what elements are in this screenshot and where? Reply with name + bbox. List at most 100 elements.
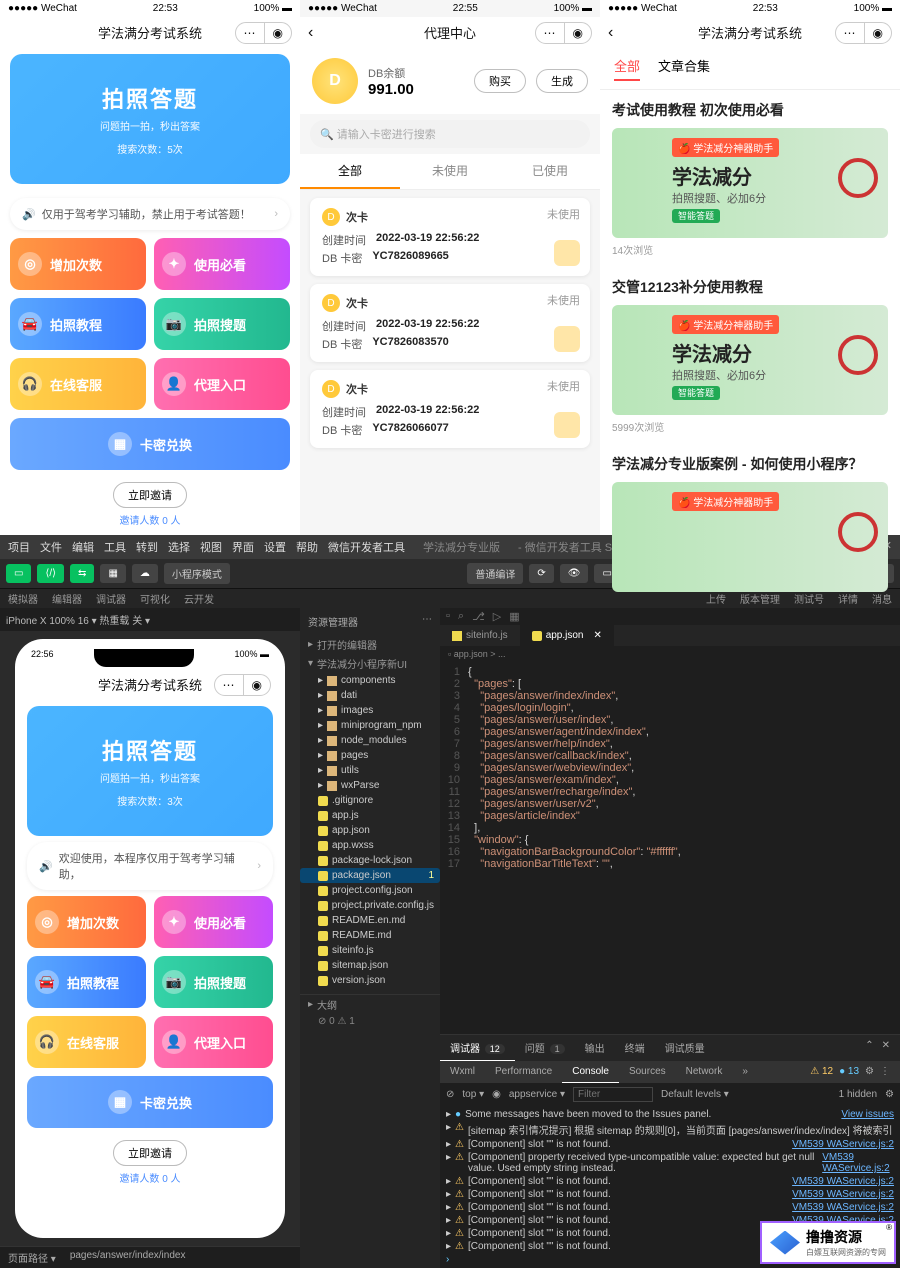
tab-quality[interactable]: 调试质量 [655,1035,715,1061]
card-item[interactable]: D次卡未使用 创建时间2022-03-19 22:56:22 DB 卡密YC78… [310,370,590,448]
sim-btn-tutorial[interactable]: 🚘拍照教程 [27,956,146,1008]
console-row[interactable]: ▸ ⚠ [Component] slot "" is not found.VM5… [446,1201,894,1214]
file-item[interactable]: app.wxss [300,838,440,853]
file-item[interactable]: project.private.config.js [300,898,440,913]
btn-add-count[interactable]: ◎增加次数 [10,238,146,290]
sim-btn-add[interactable]: ◎增加次数 [27,896,146,948]
buy-button[interactable]: 购买 [474,69,526,93]
menu-item[interactable]: 编辑 [72,539,94,555]
invite-button[interactable]: 立即邀请 [113,482,187,508]
generate-button[interactable]: 生成 [536,69,588,93]
tab-console[interactable]: Console [562,1061,619,1083]
gear-icon[interactable]: ⚙ [885,1089,894,1100]
debug-icon[interactable]: ▷ [493,610,501,623]
menu-item[interactable]: 视图 [200,539,222,555]
card-item[interactable]: D次卡未使用 创建时间2022-03-19 22:56:22 DB 卡密YC78… [310,198,590,276]
tab-all[interactable]: 全部 [614,56,640,81]
source-link[interactable]: View issues [841,1109,894,1120]
file-item[interactable]: version.json [300,973,440,988]
eye-icon[interactable]: ◉ [492,1089,501,1100]
file-item[interactable]: package.json 1 [300,868,440,883]
btn-agent[interactable]: 👤代理入口 [154,358,290,410]
simulator-controls[interactable]: iPhone X 100% 16 ▾ 热重载 关 ▾ [0,608,300,631]
section-outline[interactable]: ▸ 大纲 [300,994,440,1014]
card-item[interactable]: D次卡未使用 创建时间2022-03-19 22:56:22 DB 卡密YC78… [310,284,590,362]
console-row[interactable]: ▸ ⚠ [Component] slot "" is not found.VM5… [446,1138,894,1151]
console-row[interactable]: ▸ ⚠ [Component] property received type-u… [446,1151,894,1175]
file-item[interactable]: ▸ wxParse [300,778,440,793]
capsule[interactable]: ⋯◉ [835,22,892,44]
more-icon[interactable]: ⋮ [880,1066,890,1078]
simulator-toggle[interactable]: ▭ [6,564,31,583]
tab-wxml[interactable]: Wxml [440,1061,485,1083]
appservice-select[interactable]: appservice ▾ [509,1089,565,1100]
file-item[interactable]: README.md [300,928,440,943]
sim-btn-redeem[interactable]: ▦卡密兑换 [27,1076,273,1128]
btn-must-read[interactable]: ✦使用必看 [154,238,290,290]
menu-item[interactable]: 选择 [168,539,190,555]
editor-toggle[interactable]: ⟨/⟩ [37,564,64,583]
section-open-editors[interactable]: ▸ 打开的编辑器 [300,635,440,654]
compile-icon[interactable]: ⟳ [529,564,553,583]
menu-icon[interactable]: ⋯ [236,23,265,43]
back-icon[interactable]: ‹ [308,24,313,42]
file-item[interactable]: ▸ images [300,703,440,718]
code-area[interactable]: 1{2 "pages": [3 "pages/answer/index/inde… [440,662,900,1034]
tab-performance[interactable]: Performance [485,1061,562,1083]
btn-photo-search[interactable]: 📷拍照搜题 [154,298,290,350]
preview-icon[interactable]: 👁 [560,564,589,583]
menu-item[interactable]: 工具 [104,539,126,555]
menu-item[interactable]: 转到 [136,539,158,555]
file-item[interactable]: .gitignore [300,793,440,808]
ext-icon[interactable]: ▦ [509,610,519,623]
tab-unused[interactable]: 未使用 [400,154,500,189]
capsule[interactable]: ⋯◉ [235,22,292,44]
capsule[interactable]: ⋯◉ [535,22,592,44]
file-item[interactable]: app.js [300,808,440,823]
sim-invite[interactable]: 立即邀请 [113,1140,187,1166]
panel-close-icon[interactable]: ✕ [882,1040,890,1056]
filter-input[interactable] [573,1087,653,1102]
breadcrumb[interactable]: ▫ app.json > ... [440,646,900,662]
section-project[interactable]: ▾ 学法减分小程序新UI [300,654,440,673]
copy-icon[interactable] [554,240,580,266]
chevron-up-icon[interactable]: ⌃ [865,1040,873,1056]
close-icon[interactable]: ◉ [265,23,291,43]
sim-btn-search[interactable]: 📷拍照搜题 [154,956,273,1008]
search-input[interactable]: 🔍 请输入卡密进行搜索 [310,120,590,148]
tab-debugger[interactable]: 调试器 12 [440,1035,515,1061]
console-row[interactable]: ▸ ● Some messages have been moved to the… [446,1108,894,1121]
levels-select[interactable]: Default levels ▾ [661,1089,729,1100]
copy-icon[interactable] [554,412,580,438]
tab-network[interactable]: Network [676,1061,733,1083]
compile-select[interactable]: 普通编译 [467,563,523,584]
more-icon[interactable]: ⋯ [422,614,432,629]
menu-item[interactable]: 界面 [232,539,254,555]
menu-item[interactable]: 文件 [40,539,62,555]
menu-item[interactable]: 帮助 [296,539,318,555]
tabs-overflow-icon[interactable]: » [732,1061,758,1083]
source-link[interactable]: VM539 WAService.js:2 [792,1189,894,1200]
file-icon[interactable]: ▫ [446,610,450,623]
file-item[interactable]: ▸ utils [300,763,440,778]
console-row[interactable]: ▸ ⚠ [sitemap 索引情况提示] 根据 sitemap 的规则[0]，当… [446,1121,894,1138]
file-item[interactable]: ▸ components [300,673,440,688]
sim-btn-agent[interactable]: 👤代理入口 [154,1016,273,1068]
tab-all[interactable]: 全部 [300,154,400,189]
sim-btn-read[interactable]: ✦使用必看 [154,896,273,948]
file-item[interactable]: package-lock.json [300,853,440,868]
back-icon[interactable]: ‹ [608,24,613,42]
article-item[interactable]: 交管12123补分使用教程 🍎 学法减分神器助手 学法减分拍照搜题、必加6分智能… [600,267,900,444]
mode-select[interactable]: 小程序模式 [164,563,230,584]
hidden-count[interactable]: 1 hidden [839,1089,877,1100]
btn-redeem[interactable]: ▦卡密兑换 [10,418,290,470]
btn-support[interactable]: 🎧在线客服 [10,358,146,410]
tab-collection[interactable]: 文章合集 [658,56,710,81]
tab-used[interactable]: 已使用 [500,154,600,189]
menu-item[interactable]: 项目 [8,539,30,555]
source-link[interactable]: VM539 WAService.js:2 [822,1152,894,1174]
menu-item[interactable]: 微信开发者工具 [328,539,405,555]
close-tab-icon[interactable]: ✕ [594,630,602,641]
warn-count[interactable]: ⚠ 12 [810,1066,833,1078]
menu-item[interactable]: 设置 [264,539,286,555]
